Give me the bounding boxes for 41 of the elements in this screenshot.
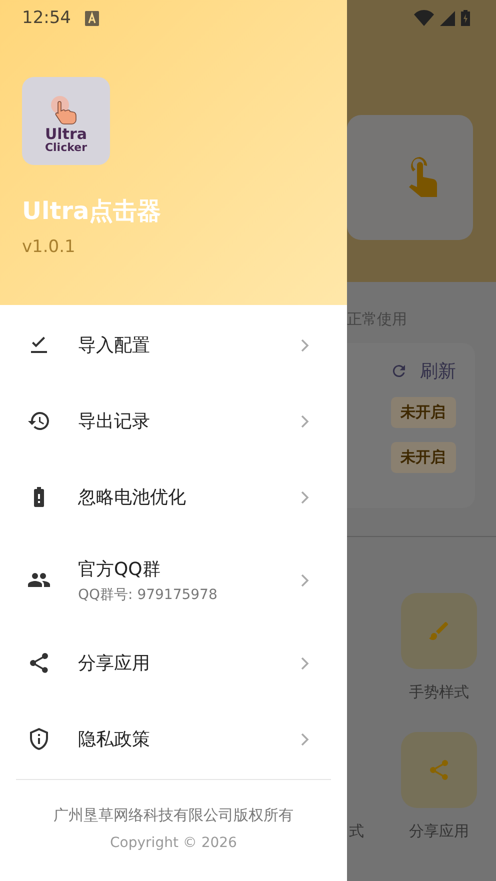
battery-icon — [461, 10, 470, 26]
shield-info-icon — [27, 727, 51, 751]
status-badge: 未开启 — [390, 442, 456, 473]
drawer-menu-item[interactable]: 导出记录 — [0, 383, 347, 459]
tile-label: 分享应用 — [409, 822, 469, 841]
copyright-notice: Copyright © 2026 — [110, 835, 237, 851]
tile-label: 式 — [349, 822, 364, 841]
chevron-right-icon — [301, 656, 309, 670]
brush-icon — [427, 619, 451, 643]
keyboard-notification-icon — [85, 10, 99, 26]
share-icon — [27, 651, 51, 675]
menu-item-label: 导入配置 — [78, 334, 151, 357]
menu-item-label: 隐私政策 — [78, 728, 151, 751]
app-version: v1.0.1 — [22, 237, 76, 257]
menu-item-label: 分享应用 — [78, 652, 151, 675]
logo-word: Ultra — [44, 127, 87, 142]
drawer-menu-item[interactable]: 导入配置 — [0, 307, 347, 383]
chevron-right-icon — [301, 574, 309, 586]
drawer-menu-item[interactable]: 官方QQ群 QQ群号: 979175978 — [0, 535, 347, 625]
share-icon — [427, 758, 451, 782]
company-notice: 广州垦草网络科技有限公司版权所有 — [54, 806, 294, 825]
signal-icon — [440, 10, 455, 26]
chevron-right-icon — [301, 414, 309, 428]
drawer-menu-item[interactable]: 隐私政策 — [0, 701, 347, 777]
tile-label: 手势样式 — [409, 683, 469, 702]
chevron-right-icon — [301, 490, 309, 504]
drawer-menu-item[interactable]: 分享应用 — [0, 625, 347, 701]
chevron-right-icon — [301, 732, 309, 746]
app-title: Ultra点击器 — [22, 196, 162, 227]
chevron-right-icon — [301, 338, 309, 352]
menu-item-label: 忽略电池优化 — [78, 486, 187, 509]
status-badge: 未开启 — [390, 397, 456, 428]
menu-item-label: 官方QQ群 — [78, 558, 162, 580]
menu-item-label: 导出记录 — [78, 410, 151, 433]
history-icon — [27, 409, 51, 433]
refresh-icon — [390, 362, 408, 380]
wifi-icon — [414, 10, 434, 26]
menu-item-subtitle: QQ群号: 979175978 — [78, 586, 218, 604]
drawer-menu-item[interactable]: 忽略电池优化 — [0, 459, 347, 535]
logo-word: Clicker — [44, 142, 88, 153]
status-time: 12:54 — [22, 8, 71, 28]
